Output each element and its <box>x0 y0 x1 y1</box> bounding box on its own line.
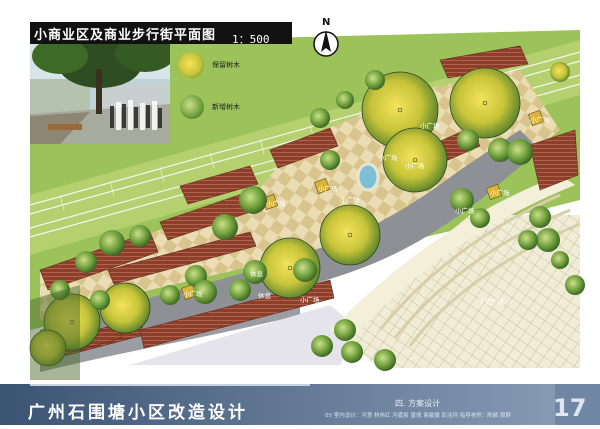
label-small-square-1: 小广场 <box>318 185 338 193</box>
label-rest-area-1: 休息 <box>258 292 271 300</box>
legend-new-icon <box>180 95 204 119</box>
label-small-square-3: 小广场 <box>378 154 398 162</box>
label-small-square-5: 小广场 <box>490 189 510 197</box>
legend-retained-label: 保留树木 <box>212 61 240 69</box>
label-small-square-2: 小广场 <box>266 200 286 208</box>
label-small-square-4: 小广场 <box>405 162 425 170</box>
label-small-square-7: 小广场 <box>455 207 475 215</box>
credits-line: 05 室内设计：冯慧 林伟红 冯嘉俊 曾倩 袁敏捷 彭洁珂 指导老师：陈颖 周群 <box>325 413 511 419</box>
section-label: 四. 方案设计 <box>395 399 441 408</box>
label-rest-area-2: 休息 <box>250 270 263 278</box>
legend-new-label: 新增树木 <box>212 103 240 111</box>
label-small-square-8: 小广场 <box>183 290 203 298</box>
north-label: N <box>322 17 331 28</box>
perspective-inset <box>30 44 170 144</box>
page-number: 17 <box>553 394 587 422</box>
scale-label: 1：500 <box>232 33 270 46</box>
label-small-plaza: 小广场 <box>340 196 360 204</box>
drawing-title: 小商业区及商业步行街平面图 <box>34 28 217 43</box>
label-small-square-9: 小广场 <box>420 122 440 130</box>
legend-retained-icon <box>178 52 204 78</box>
plan-board: 小商业区及商业步行街平面图 1：500 N 保留树木 新增树木 小广场 小广场 … <box>0 0 600 425</box>
project-title: 广州石围塘小区改造设计 <box>28 403 248 423</box>
label-small-square-6: 小广场 <box>530 116 550 124</box>
label-shop-strip: 小广场 <box>300 296 320 304</box>
label-lower-plaza: 下沉广场 <box>478 298 504 306</box>
